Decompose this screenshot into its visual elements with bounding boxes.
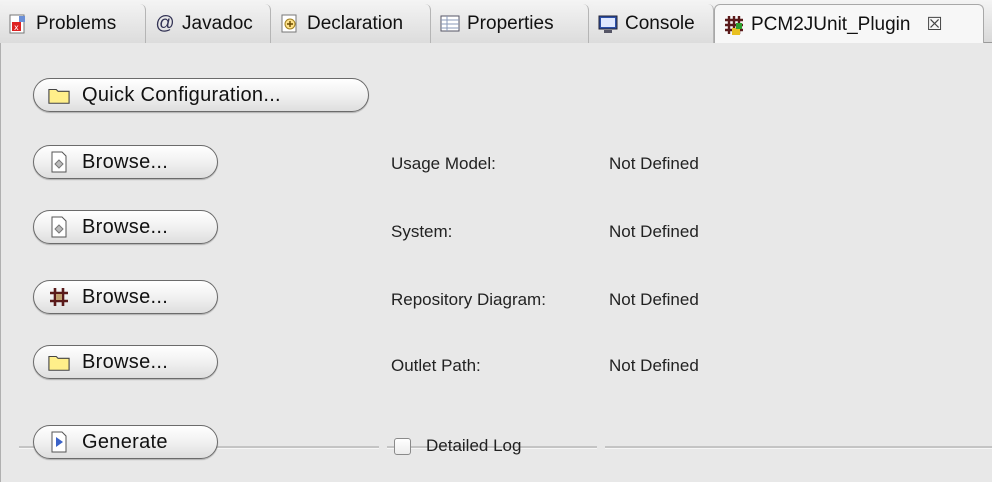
browse-usage-model-button[interactable]: Browse... (33, 145, 218, 179)
usage-model-value: Not Defined (609, 154, 699, 173)
tab-declaration[interactable]: Declaration (271, 4, 431, 43)
system-label: System: (391, 222, 453, 241)
separator (605, 446, 992, 449)
tab-problems[interactable]: x Problems (0, 4, 146, 43)
console-icon (597, 13, 619, 35)
tab-label: Problems (36, 12, 117, 34)
view-tab-bar: x Problems @ Javadoc Declaration Propert… (0, 0, 992, 44)
outlet-path-value: Not Defined (609, 356, 699, 375)
system-value: Not Defined (609, 222, 699, 241)
browse-outlet-path-button[interactable]: Browse... (33, 345, 218, 379)
button-label: Browse... (82, 150, 169, 173)
folder-icon (48, 84, 70, 106)
close-icon[interactable]: ☒ (926, 14, 942, 35)
usage-model-label: Usage Model: (391, 154, 496, 173)
document-icon (48, 216, 70, 238)
tab-label: Javadoc (182, 12, 253, 34)
plugin-icon (723, 14, 745, 36)
generate-button[interactable]: Generate (33, 425, 218, 459)
document-icon (48, 151, 70, 173)
browse-repository-diagram-button[interactable]: Browse... (33, 280, 218, 314)
button-label: Browse... (82, 215, 169, 238)
folder-icon (48, 351, 70, 373)
repository-diagram-label: Repository Diagram: (391, 290, 546, 309)
detailed-log-checkbox[interactable] (394, 438, 411, 455)
tab-label: Properties (467, 12, 554, 34)
declaration-icon (279, 13, 301, 35)
button-label: Generate (82, 430, 168, 453)
tab-console[interactable]: Console (589, 4, 714, 43)
svg-text:x: x (14, 23, 19, 32)
tab-label: Declaration (307, 12, 404, 34)
tab-properties[interactable]: Properties (431, 4, 589, 43)
button-label: Browse... (82, 285, 169, 308)
detailed-log-label: Detailed Log (426, 436, 522, 455)
button-label: Quick Configuration... (82, 83, 281, 106)
plugin-view-panel: Quick Configuration... Browse... Usage M… (0, 43, 992, 482)
quick-configuration-button[interactable]: Quick Configuration... (33, 78, 369, 112)
outlet-path-label: Outlet Path: (391, 356, 481, 375)
tab-label: Console (625, 12, 695, 34)
at-icon: @ (155, 12, 175, 34)
tab-pcm2junit-plugin[interactable]: PCM2JUnit_Plugin ☒ (714, 4, 984, 44)
tab-label: PCM2JUnit_Plugin (751, 13, 911, 35)
repository-diagram-value: Not Defined (609, 290, 699, 309)
generate-arrow-icon (48, 431, 70, 453)
button-label: Browse... (82, 350, 169, 373)
problems-icon: x (8, 13, 30, 35)
browse-system-button[interactable]: Browse... (33, 210, 218, 244)
tab-javadoc[interactable]: @ Javadoc (146, 4, 271, 43)
repository-grid-icon (48, 286, 70, 308)
properties-icon (439, 13, 461, 35)
